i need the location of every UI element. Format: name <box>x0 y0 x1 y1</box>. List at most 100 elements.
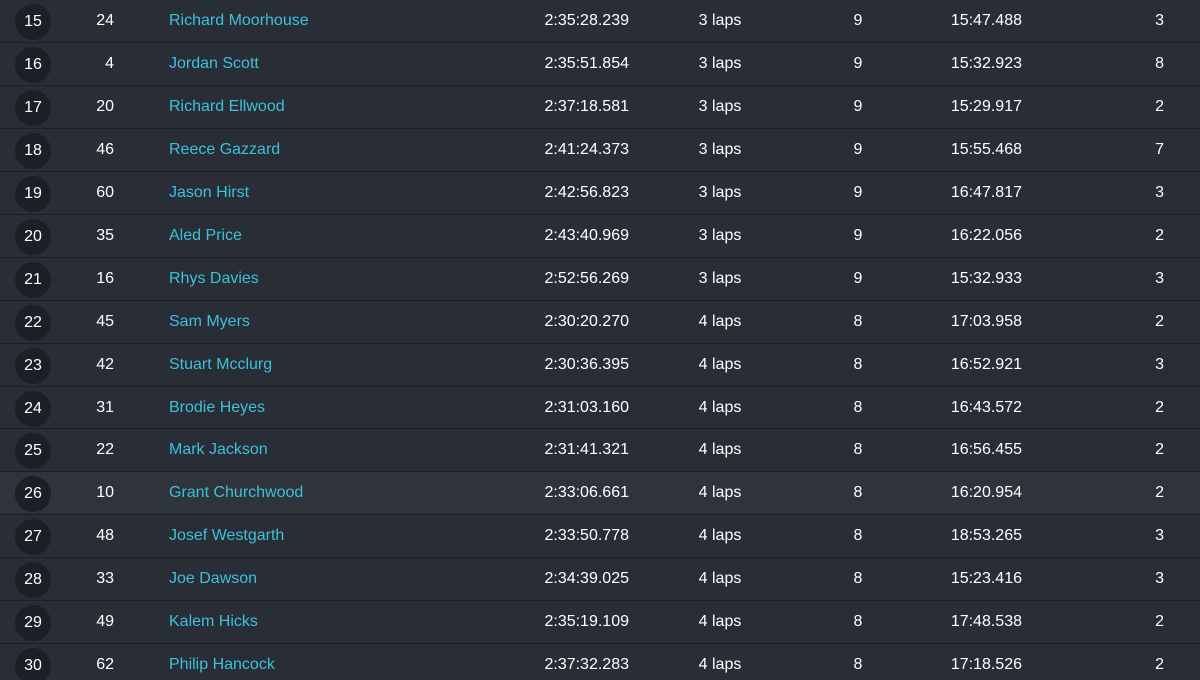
pit-stops: 8 <box>1155 55 1164 72</box>
best-lap-time: 16:47.817 <box>950 184 1022 201</box>
best-lap-time: 17:18.526 <box>950 656 1022 673</box>
pit-stops: 3 <box>1155 12 1164 29</box>
gap-behind: 3 laps <box>698 270 742 287</box>
laps-completed: 8 <box>853 356 863 373</box>
gap-behind: 4 laps <box>698 441 742 458</box>
driver-name-link[interactable]: Mark Jackson <box>169 429 268 471</box>
gap-behind: 3 laps <box>698 55 742 72</box>
best-lap-time: 16:52.921 <box>950 356 1022 373</box>
position-badge: 26 <box>15 476 51 512</box>
car-number: 45 <box>96 313 114 330</box>
laps-completed: 8 <box>853 313 863 330</box>
driver-name-link[interactable]: Jason Hirst <box>169 172 249 214</box>
position-badge: 27 <box>15 519 51 555</box>
best-lap-time: 15:32.923 <box>950 55 1022 72</box>
driver-name-link[interactable]: Stuart Mcclurg <box>169 344 272 386</box>
total-time: 2:30:36.395 <box>544 356 629 373</box>
table-row: 17 20 Richard Ellwood 2:37:18.581 3 laps… <box>0 85 1200 127</box>
driver-name-link[interactable]: Grant Churchwood <box>169 472 303 514</box>
total-time: 2:34:39.025 <box>544 570 629 587</box>
car-number: 16 <box>96 270 114 287</box>
table-row: 16 4 Jordan Scott 2:35:51.854 3 laps 9 1… <box>0 42 1200 84</box>
table-row: 30 62 Philip Hancock 2:37:32.283 4 laps … <box>0 643 1200 680</box>
gap-behind: 4 laps <box>698 484 742 501</box>
pit-stops: 2 <box>1155 98 1164 115</box>
total-time: 2:35:51.854 <box>544 55 629 72</box>
pit-stops: 2 <box>1155 313 1164 330</box>
laps-completed: 8 <box>853 484 863 501</box>
position-badge: 28 <box>15 562 51 598</box>
best-lap-time: 15:32.933 <box>950 270 1022 287</box>
gap-behind: 3 laps <box>698 141 742 158</box>
driver-name-link[interactable]: Brodie Heyes <box>169 387 265 429</box>
best-lap-time: 17:48.538 <box>950 613 1022 630</box>
table-row: 24 31 Brodie Heyes 2:31:03.160 4 laps 8 … <box>0 386 1200 428</box>
gap-behind: 4 laps <box>698 656 742 673</box>
gap-behind: 4 laps <box>698 356 742 373</box>
pit-stops: 7 <box>1155 141 1164 158</box>
car-number: 24 <box>96 12 114 29</box>
position-badge: 25 <box>15 433 51 469</box>
pit-stops: 3 <box>1155 570 1164 587</box>
gap-behind: 4 laps <box>698 527 742 544</box>
driver-name-link[interactable]: Kalem Hicks <box>169 601 258 643</box>
driver-name-link[interactable]: Reece Gazzard <box>169 129 280 171</box>
driver-name-link[interactable]: Josef Westgarth <box>169 515 284 557</box>
pit-stops: 2 <box>1155 441 1164 458</box>
total-time: 2:35:28.239 <box>544 12 629 29</box>
laps-completed: 8 <box>853 399 863 416</box>
driver-name-link[interactable]: Richard Ellwood <box>169 86 285 128</box>
pit-stops: 2 <box>1155 656 1164 673</box>
car-number: 35 <box>96 227 114 244</box>
total-time: 2:31:41.321 <box>544 441 629 458</box>
position-badge: 21 <box>15 262 51 298</box>
laps-completed: 8 <box>853 527 863 544</box>
car-number: 10 <box>96 484 114 501</box>
driver-name-link[interactable]: Rhys Davies <box>169 258 259 300</box>
table-row: 25 22 Mark Jackson 2:31:41.321 4 laps 8 … <box>0 428 1200 470</box>
laps-completed: 9 <box>853 184 863 201</box>
car-number: 31 <box>96 399 114 416</box>
driver-name-link[interactable]: Philip Hancock <box>169 644 275 680</box>
car-number: 42 <box>96 356 114 373</box>
total-time: 2:52:56.269 <box>544 270 629 287</box>
driver-name-link[interactable]: Sam Myers <box>169 301 250 343</box>
car-number: 33 <box>96 570 114 587</box>
best-lap-time: 15:47.488 <box>950 12 1022 29</box>
position-badge: 17 <box>15 90 51 126</box>
position-badge: 24 <box>15 391 51 427</box>
total-time: 2:30:20.270 <box>544 313 629 330</box>
best-lap-time: 16:20.954 <box>950 484 1022 501</box>
gap-behind: 4 laps <box>698 313 742 330</box>
total-time: 2:43:40.969 <box>544 227 629 244</box>
driver-name-link[interactable]: Richard Moorhouse <box>169 0 309 42</box>
car-number: 4 <box>105 55 114 72</box>
pit-stops: 2 <box>1155 484 1164 501</box>
table-row: 23 42 Stuart Mcclurg 2:30:36.395 4 laps … <box>0 343 1200 385</box>
pit-stops: 2 <box>1155 227 1164 244</box>
total-time: 2:37:32.283 <box>544 656 629 673</box>
driver-name-link[interactable]: Joe Dawson <box>169 558 257 600</box>
laps-completed: 8 <box>853 613 863 630</box>
position-badge: 15 <box>15 4 51 40</box>
position-badge: 16 <box>15 47 51 83</box>
table-row: 28 33 Joe Dawson 2:34:39.025 4 laps 8 15… <box>0 557 1200 599</box>
laps-completed: 8 <box>853 441 863 458</box>
laps-completed: 9 <box>853 227 863 244</box>
driver-name-link[interactable]: Jordan Scott <box>169 43 259 85</box>
table-row: 15 24 Richard Moorhouse 2:35:28.239 3 la… <box>0 0 1200 41</box>
laps-completed: 9 <box>853 98 863 115</box>
pit-stops: 2 <box>1155 399 1164 416</box>
driver-name-link[interactable]: Aled Price <box>169 215 242 257</box>
table-row: 27 48 Josef Westgarth 2:33:50.778 4 laps… <box>0 514 1200 556</box>
best-lap-time: 15:55.468 <box>950 141 1022 158</box>
total-time: 2:42:56.823 <box>544 184 629 201</box>
car-number: 20 <box>96 98 114 115</box>
total-time: 2:31:03.160 <box>544 399 629 416</box>
total-time: 2:33:06.661 <box>544 484 629 501</box>
laps-completed: 9 <box>853 270 863 287</box>
position-badge: 18 <box>15 133 51 169</box>
position-badge: 22 <box>15 305 51 341</box>
gap-behind: 3 laps <box>698 184 742 201</box>
car-number: 62 <box>96 656 114 673</box>
